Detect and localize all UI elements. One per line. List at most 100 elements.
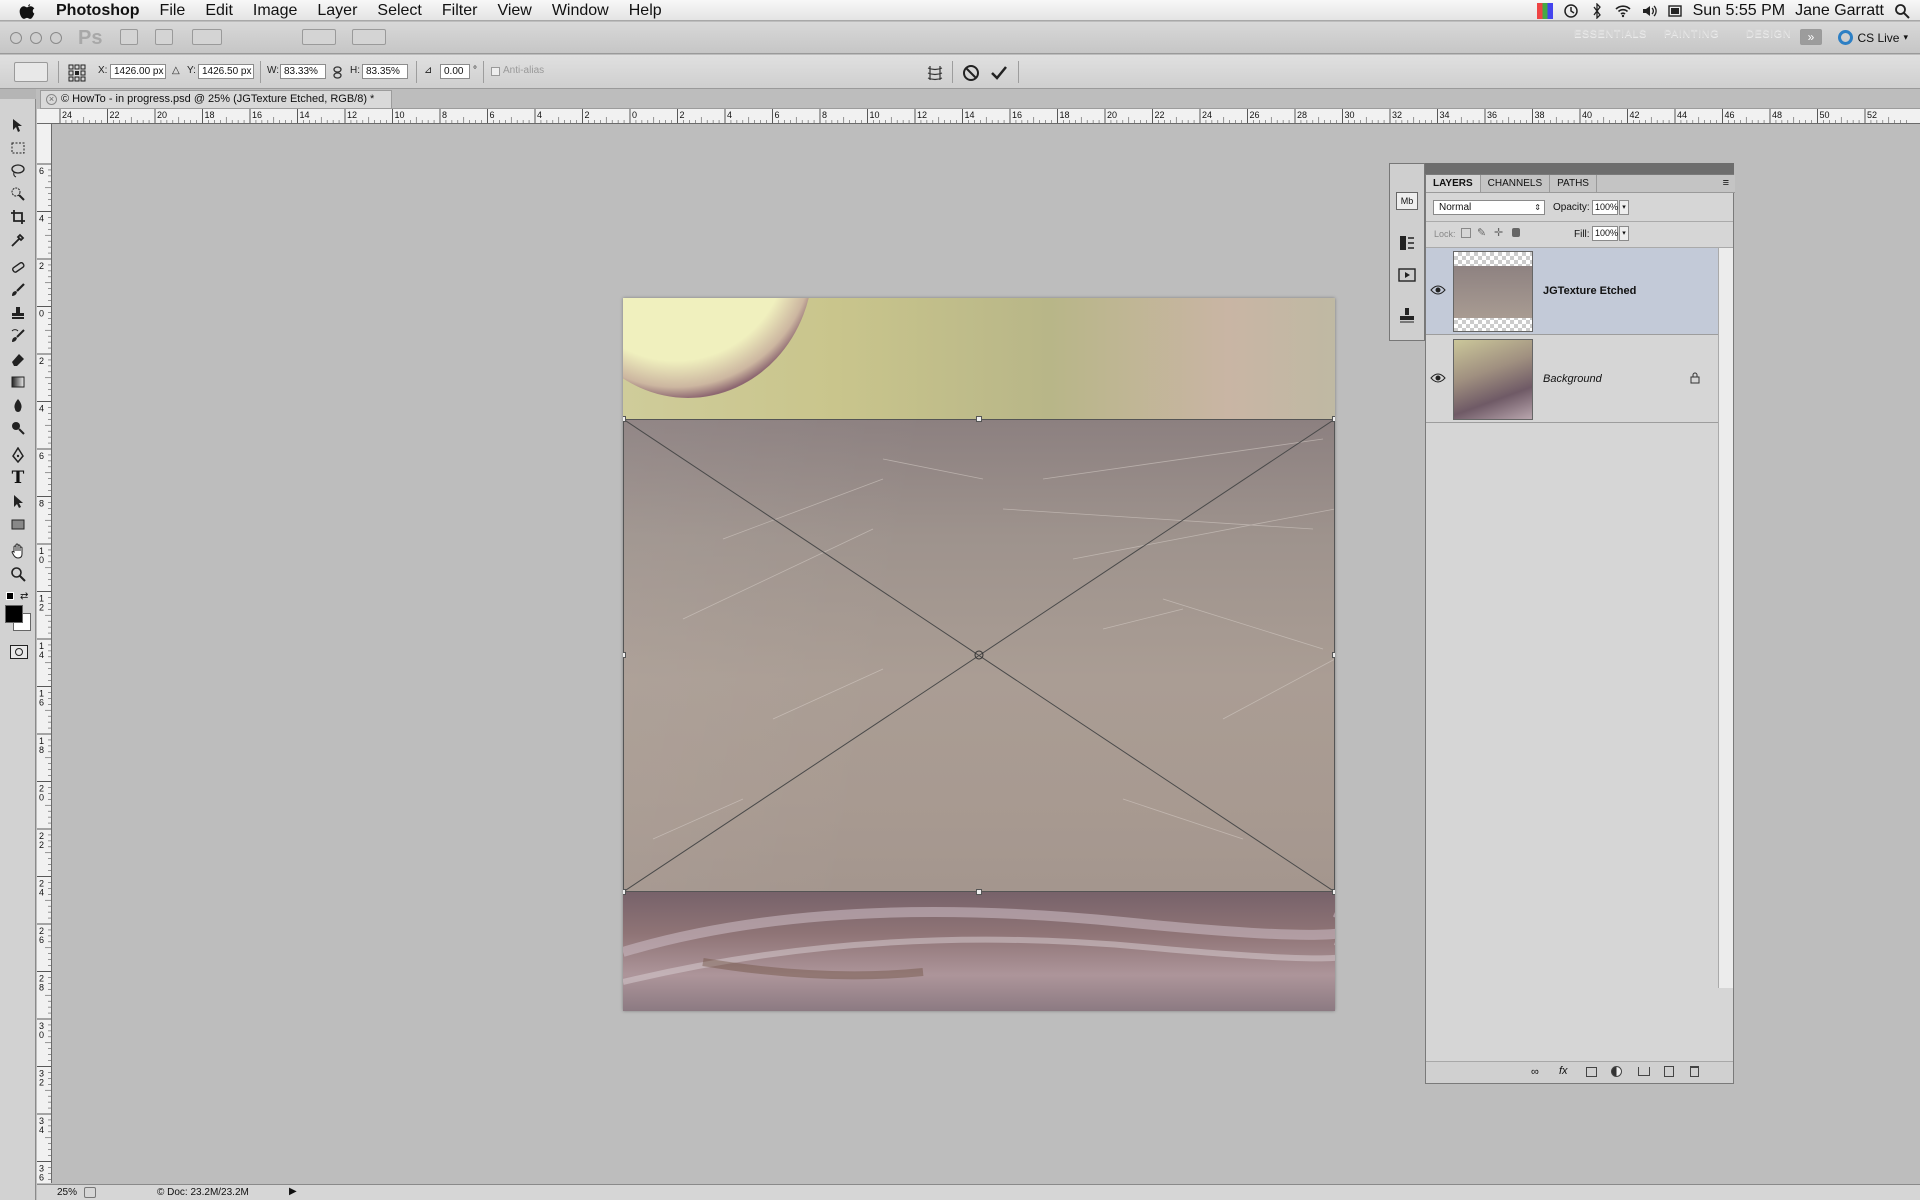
move-tool-icon[interactable] <box>8 115 28 135</box>
close-window-button[interactable] <box>10 32 22 44</box>
handle-top-right[interactable] <box>1332 416 1335 422</box>
add-mask-icon[interactable] <box>1586 1067 1597 1077</box>
swap-colors-icon[interactable]: ⇄ <box>20 591 28 602</box>
status-menu-arrow-icon[interactable]: ▶ <box>289 1186 297 1197</box>
eraser-tool-icon[interactable] <box>8 349 28 369</box>
horizontal-ruler[interactable]: 24 22 20 18 16 14 12 10 8 6 4 2 0 2 4 6 8 10 12 14 16 18 20 22 2… <box>40 109 1920 124</box>
handle-bottom-left[interactable] <box>623 889 626 895</box>
gradient-tool-icon[interactable] <box>8 372 28 392</box>
quick-mask-icon[interactable] <box>10 645 28 659</box>
cancel-transform-icon[interactable] <box>962 64 980 82</box>
marquee-tool-icon[interactable] <box>8 138 28 158</box>
spotlight-search-icon[interactable] <box>1894 3 1910 19</box>
reference-point-icon[interactable] <box>68 64 86 82</box>
tools-panel-grip[interactable] <box>0 89 36 99</box>
menu-window[interactable]: Window <box>542 0 619 21</box>
eyedropper-tool-icon[interactable] <box>8 230 28 250</box>
rectangle-tool-icon[interactable] <box>8 514 28 534</box>
brush-tool-icon[interactable] <box>8 280 28 300</box>
zoom-tool-icon[interactable] <box>8 564 28 584</box>
handle-bottom-right[interactable] <box>1332 889 1335 895</box>
menu-edit[interactable]: Edit <box>195 0 243 21</box>
color-picker-icon[interactable] <box>1536 2 1553 19</box>
new-layer-icon[interactable] <box>1664 1066 1674 1077</box>
lock-transparent-icon[interactable] <box>1461 228 1471 238</box>
menu-view[interactable]: View <box>487 0 541 21</box>
texture-layer[interactable] <box>623 416 1335 895</box>
rotate-field[interactable]: 0.00 <box>440 64 470 79</box>
vertical-ruler[interactable]: 642024681012141618202224262830323436 <box>37 124 52 1183</box>
link-layers-icon[interactable]: ∞ <box>1531 1066 1539 1078</box>
arrange-documents-button[interactable] <box>302 29 336 45</box>
workspace-painting[interactable]: PAINTING <box>1664 28 1719 40</box>
menu-photoshop[interactable]: Photoshop <box>52 0 150 21</box>
minimize-window-button[interactable] <box>30 32 42 44</box>
bluetooth-icon[interactable] <box>1589 2 1605 19</box>
layer-row-background[interactable]: Background <box>1426 336 1718 423</box>
tool-presets-panel-icon[interactable] <box>1398 306 1416 324</box>
warp-mode-icon[interactable] <box>926 64 944 82</box>
more-workspaces-button[interactable]: » <box>1800 29 1822 45</box>
lasso-tool-icon[interactable] <box>8 161 28 181</box>
layer-name[interactable]: Background <box>1543 373 1602 385</box>
type-tool-icon[interactable]: T <box>8 468 28 488</box>
menubar-user[interactable]: Jane Garratt <box>1795 2 1884 20</box>
battery-icon[interactable] <box>1667 3 1683 19</box>
menu-file[interactable]: File <box>150 0 196 21</box>
workspace-essentials[interactable]: ESSENTIALS <box>1574 28 1647 40</box>
pen-tool-icon[interactable] <box>8 445 28 465</box>
document-tab[interactable]: × © HowTo - in progress.psd @ 25% (JGTex… <box>40 90 392 108</box>
workspace-design[interactable]: DESIGN <box>1746 28 1791 40</box>
healing-brush-tool-icon[interactable] <box>8 257 28 277</box>
tab-channels[interactable]: CHANNELS <box>1481 175 1551 192</box>
menu-layer[interactable]: Layer <box>307 0 367 21</box>
layer-style-icon[interactable]: fx <box>1559 1065 1568 1077</box>
actions-panel-icon[interactable] <box>1398 266 1416 284</box>
adjustment-layer-icon[interactable] <box>1611 1066 1622 1077</box>
tool-preset-picker[interactable] <box>14 62 48 82</box>
clone-stamp-tool-icon[interactable] <box>8 303 28 323</box>
new-group-icon[interactable] <box>1638 1067 1650 1076</box>
time-machine-icon[interactable] <box>1563 3 1579 19</box>
extras-button[interactable] <box>192 29 222 45</box>
default-colors-icon[interactable] <box>6 592 14 600</box>
opacity-field[interactable]: 100% <box>1592 200 1618 215</box>
crop-tool-icon[interactable] <box>8 207 28 227</box>
handle-middle-left[interactable] <box>623 652 626 658</box>
bridge-button[interactable] <box>120 29 138 45</box>
fill-dropdown-icon[interactable]: ▾ <box>1619 226 1629 241</box>
document-canvas[interactable] <box>623 298 1335 1011</box>
lock-all-icon[interactable] <box>1512 228 1520 237</box>
history-brush-tool-icon[interactable] <box>8 326 28 346</box>
delete-layer-icon[interactable] <box>1690 1066 1699 1077</box>
layer-row-jgtexture-etched[interactable]: JGTexture Etched <box>1426 248 1718 335</box>
handle-middle-right[interactable] <box>1332 652 1335 658</box>
volume-icon[interactable] <box>1641 3 1657 19</box>
close-document-icon[interactable]: × <box>46 94 57 105</box>
fill-field[interactable]: 100% <box>1592 226 1618 241</box>
tab-paths[interactable]: PATHS <box>1550 175 1597 192</box>
tab-layers[interactable]: LAYERS <box>1426 175 1481 192</box>
apple-icon[interactable] <box>16 0 38 21</box>
opacity-dropdown-icon[interactable]: ▾ <box>1619 200 1629 215</box>
cs-live-button[interactable]: CS Live ▾ <box>1838 30 1908 45</box>
foreground-color-swatch[interactable] <box>5 605 23 623</box>
blend-mode-select[interactable]: Normal ⇕ <box>1433 200 1545 215</box>
panel-dock-header[interactable] <box>1389 163 1734 174</box>
menu-select[interactable]: Select <box>367 0 431 21</box>
wifi-icon[interactable] <box>1615 3 1631 19</box>
panel-menu-icon[interactable]: ≡ <box>1723 177 1729 189</box>
mini-bridge-panel-icon[interactable]: Mb <box>1396 192 1418 210</box>
zoom-level[interactable]: 25% <box>57 1187 77 1198</box>
visibility-eye-icon[interactable] <box>1430 284 1446 296</box>
menu-image[interactable]: Image <box>243 0 307 21</box>
path-selection-tool-icon[interactable] <box>8 491 28 511</box>
quick-selection-tool-icon[interactable] <box>8 184 28 204</box>
menu-filter[interactable]: Filter <box>432 0 488 21</box>
dodge-tool-icon[interactable] <box>8 418 28 438</box>
y-position-field[interactable]: 1426.50 px <box>198 64 254 79</box>
menu-help[interactable]: Help <box>619 0 672 21</box>
visibility-eye-icon[interactable] <box>1430 372 1446 384</box>
commit-transform-icon[interactable] <box>990 64 1008 82</box>
hand-tool-icon[interactable] <box>8 541 28 561</box>
